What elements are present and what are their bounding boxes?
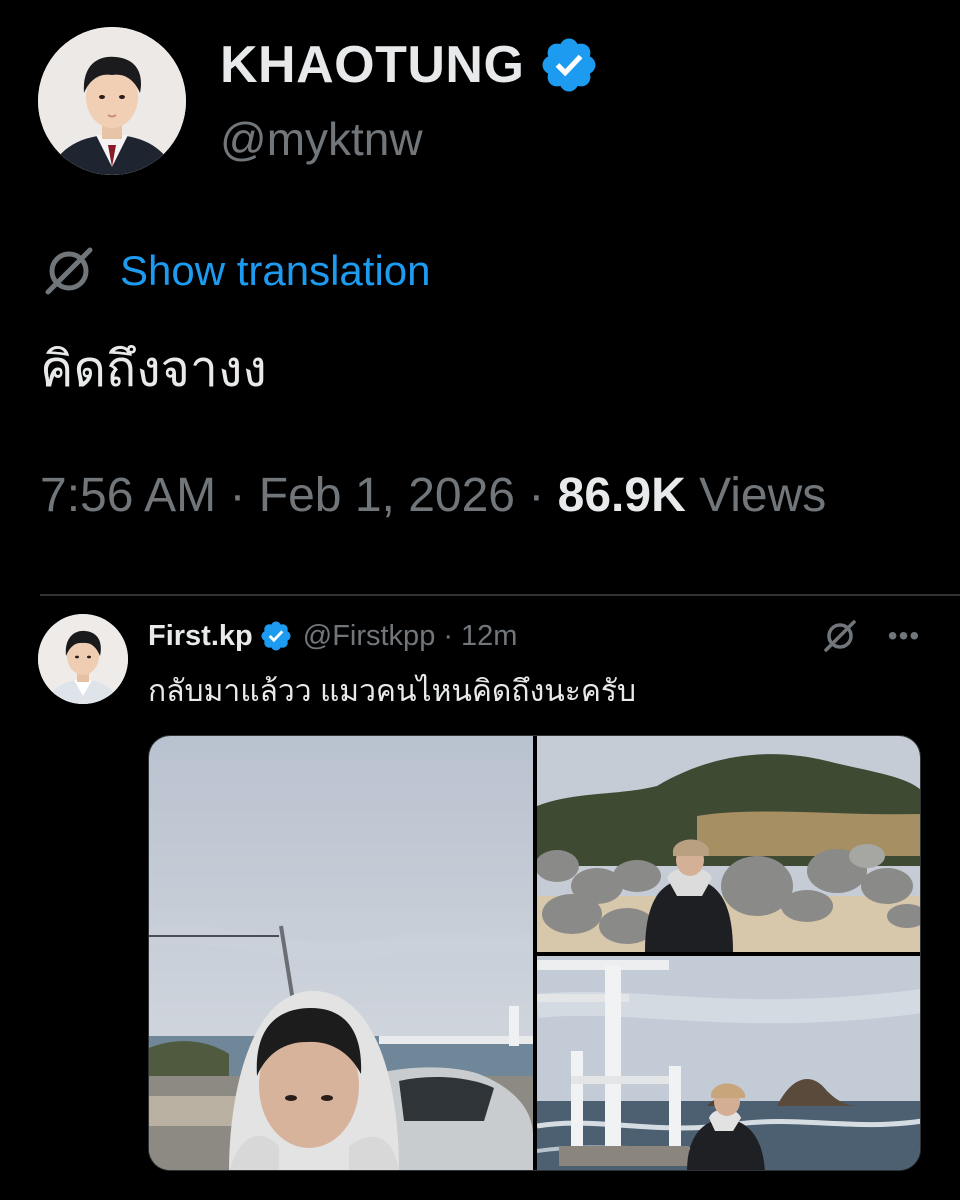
tweet-meta: 7:56 AM · Feb 1, 2026 · 86.9K Views (40, 468, 826, 523)
tweet-text: คิดถึงจางง (40, 341, 267, 397)
reply-avatar-image (38, 614, 128, 704)
reply-time[interactable]: 12m (461, 620, 517, 653)
verified-badge-icon (542, 38, 596, 92)
meta-separator: · (528, 469, 545, 522)
globe-icon (45, 247, 93, 295)
photo-beach-rocks-image (537, 736, 920, 952)
globe-icon[interactable] (820, 616, 860, 656)
reply-separator: · (443, 619, 453, 652)
reply-author-avatar[interactable] (38, 614, 128, 704)
author-avatar[interactable] (38, 27, 186, 175)
show-translation-link[interactable]: Show translation (120, 247, 431, 295)
divider (40, 594, 960, 596)
views-label: Views (699, 469, 827, 522)
tweet-date[interactable]: Feb 1, 2026 (259, 469, 515, 522)
author-avatar-image (38, 27, 186, 175)
author-name-row[interactable]: KHAOTUNG (220, 34, 600, 96)
verified-badge-icon (261, 621, 291, 651)
media-photo-2[interactable] (537, 736, 920, 952)
photo-selfie-image (149, 736, 533, 1170)
reply-handle[interactable]: @Firstkpp (303, 620, 436, 653)
media-grid (148, 735, 921, 1171)
tweet-time[interactable]: 7:56 AM (40, 469, 216, 522)
media-photo-3[interactable] (537, 956, 920, 1170)
reply-header: First.kp @Firstkpp · 12m (148, 614, 517, 658)
meta-separator: · (229, 469, 246, 522)
photo-torii-gate-image (537, 956, 920, 1170)
media-photo-1[interactable] (149, 736, 533, 1170)
author-handle[interactable]: @myktnw (220, 112, 423, 166)
reply-display-name[interactable]: First.kp (148, 620, 253, 653)
views-count[interactable]: 86.9K (558, 469, 686, 522)
author-display-name[interactable]: KHAOTUNG (220, 35, 524, 95)
translate-row[interactable]: Show translation (40, 240, 431, 302)
reply-text: กลับมาแล้วว แมวคนไหนคิดถึงนะครับ (148, 675, 637, 708)
more-options-icon[interactable]: ••• (884, 620, 924, 652)
